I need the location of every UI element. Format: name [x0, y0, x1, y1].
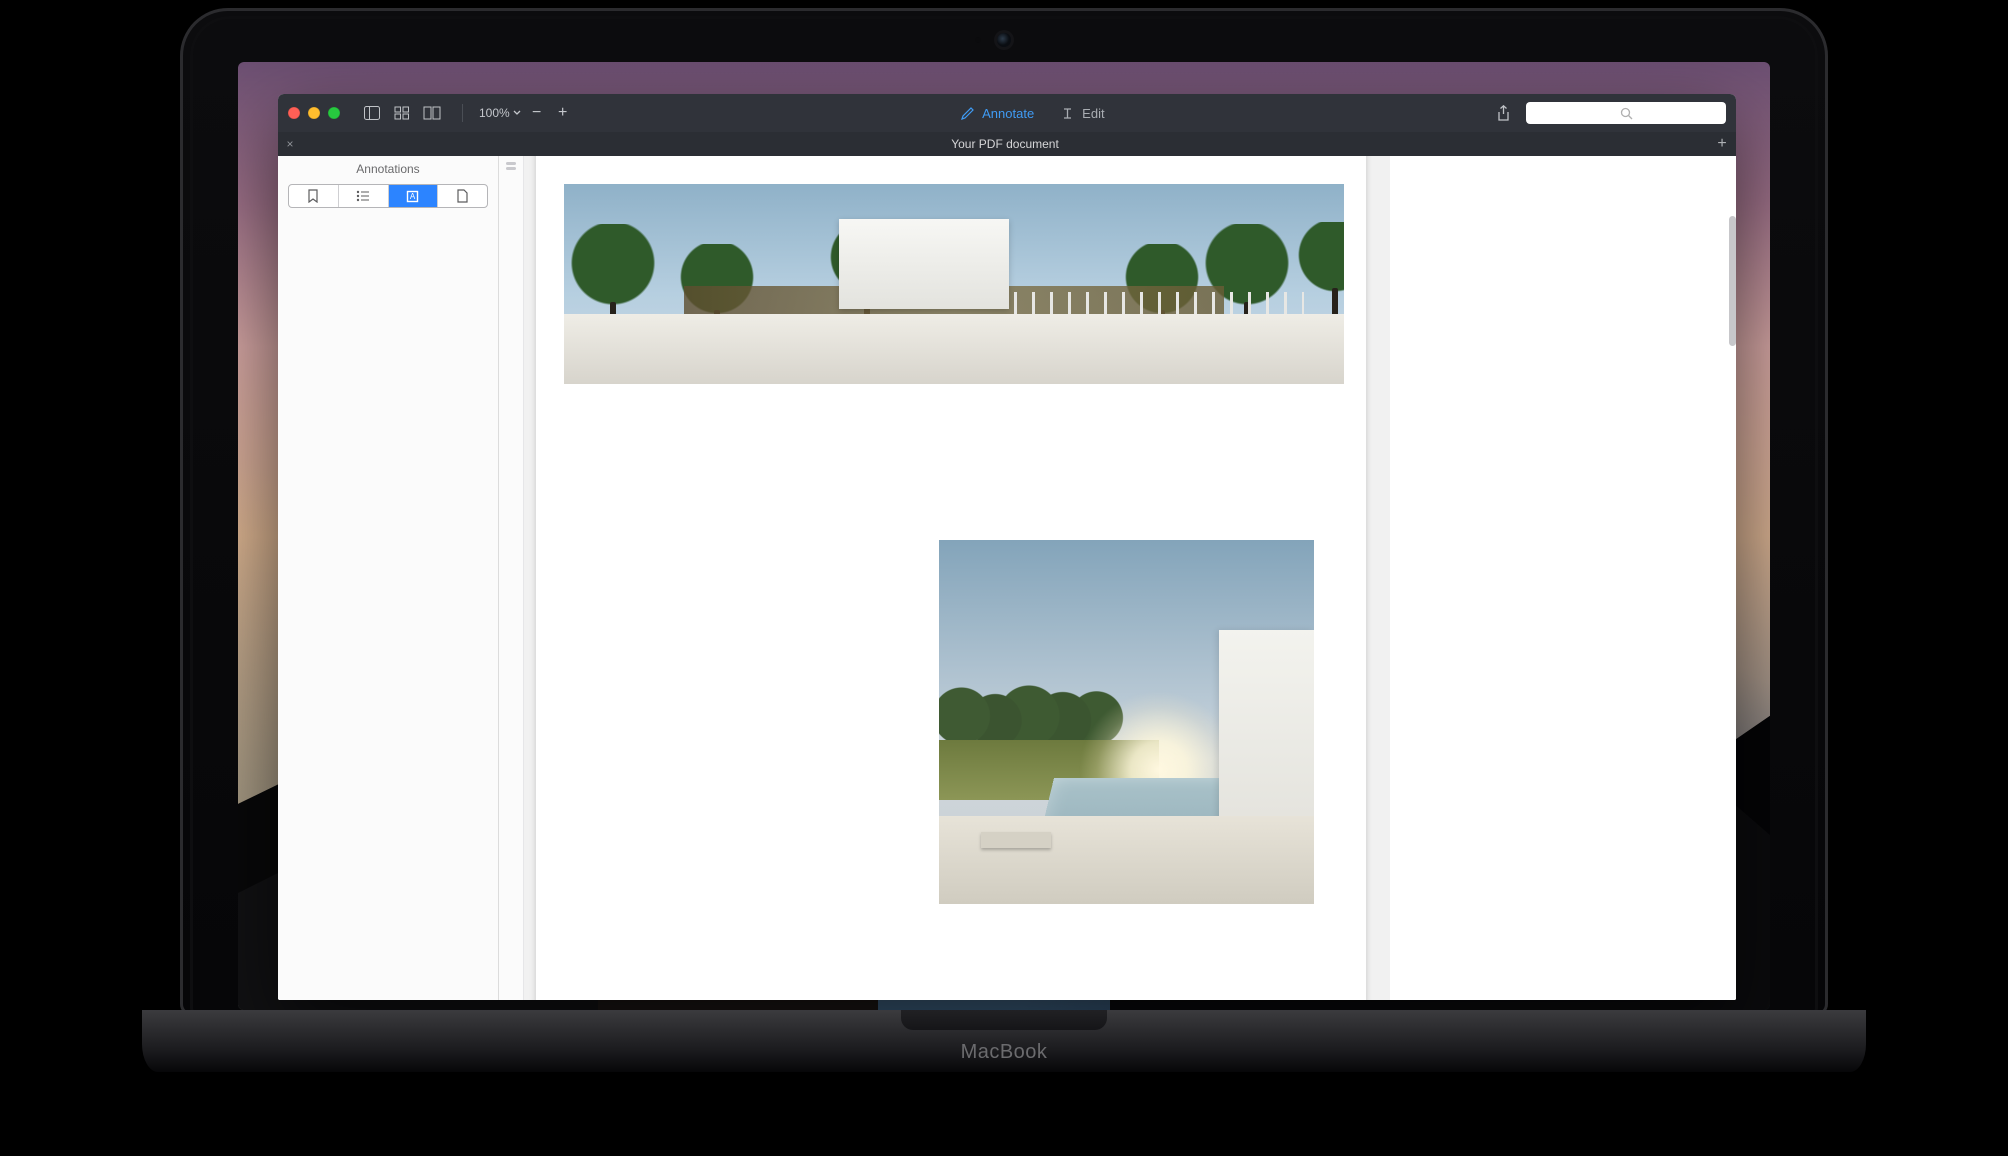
- window-controls: [288, 107, 340, 119]
- toolbar-divider: [462, 104, 463, 122]
- share-button[interactable]: [1492, 102, 1514, 124]
- sidebar-title: Annotations: [278, 156, 498, 184]
- pencil-icon: [960, 106, 975, 121]
- sidebar-tab-switcher: A: [288, 184, 488, 208]
- laptop-display: 100% − + Annotate: [238, 62, 1770, 1010]
- scrollbar-thumb[interactable]: [1729, 216, 1736, 346]
- page-image-bottom: [939, 540, 1314, 904]
- zoom-in-button[interactable]: +: [553, 103, 573, 123]
- annotate-label: Annotate: [982, 106, 1034, 121]
- toggle-sidebar-button[interactable]: [358, 102, 386, 124]
- list-bullets-icon: [356, 190, 370, 202]
- camera-icon: [997, 33, 1011, 47]
- sidebar-panel-icon: [364, 106, 380, 120]
- annotate-mode-button[interactable]: Annotate: [960, 106, 1034, 121]
- app-main-area: Annotations A: [278, 156, 1736, 1000]
- zoom-dropdown[interactable]: 100%: [479, 106, 521, 120]
- app-toolbar: 100% − + Annotate: [278, 94, 1736, 132]
- thumbnails-view-button[interactable]: [388, 102, 416, 124]
- document-canvas[interactable]: [524, 156, 1736, 1000]
- close-tab-button[interactable]: ×: [278, 137, 302, 151]
- canvas-right-space: [1390, 156, 1736, 1000]
- two-page-icon: [423, 106, 441, 120]
- new-tab-button[interactable]: +: [1708, 135, 1736, 153]
- bookmark-icon: [307, 189, 319, 203]
- device-label: MacBook: [142, 1032, 1866, 1072]
- sidebar-tab-bookmarks[interactable]: [289, 185, 338, 207]
- chevron-down-icon: [513, 110, 521, 116]
- toolbar-right-group: [1492, 102, 1726, 124]
- annotation-square-icon: A: [406, 190, 419, 203]
- macbook-frame: 100% − + Annotate: [180, 8, 1828, 1016]
- edit-mode-button[interactable]: Edit: [1060, 106, 1104, 121]
- edit-label: Edit: [1082, 106, 1104, 121]
- search-field[interactable]: [1526, 102, 1726, 124]
- text-cursor-icon: [1060, 106, 1075, 121]
- share-icon: [1496, 105, 1511, 122]
- zoom-out-button[interactable]: −: [527, 103, 547, 123]
- page-icon: [457, 189, 468, 203]
- search-icon: [1620, 107, 1633, 120]
- zoom-value: 100%: [479, 106, 510, 120]
- window-close-button[interactable]: [288, 107, 300, 119]
- zoom-controls: 100% − +: [479, 103, 573, 123]
- canvas-gutter: [1372, 156, 1392, 1000]
- sidebar-tab-thumbnails[interactable]: [437, 185, 487, 207]
- spread-view-button[interactable]: [418, 102, 446, 124]
- toolbar-mode-switch: Annotate Edit: [583, 106, 1482, 121]
- annotation-tool-rail[interactable]: [499, 156, 524, 1000]
- grid-icon: [394, 106, 410, 120]
- window-minimize-button[interactable]: [308, 107, 320, 119]
- sidebar-tab-outline[interactable]: [338, 185, 388, 207]
- page-image-top: [564, 184, 1344, 384]
- vertical-scrollbar[interactable]: [1728, 156, 1736, 1000]
- macbook-chassis: MacBook: [142, 1010, 1866, 1072]
- window-zoom-button[interactable]: [328, 107, 340, 119]
- document-tab-bar: × Your PDF document +: [278, 132, 1736, 156]
- rail-drag-handle-icon: [506, 162, 516, 165]
- sidebar-tab-annotations[interactable]: A: [388, 185, 438, 207]
- pdf-app-window: 100% − + Annotate: [278, 94, 1736, 1000]
- svg-text:A: A: [410, 192, 416, 201]
- sidebar-view-group: [358, 102, 446, 124]
- document-tab-title[interactable]: Your PDF document: [302, 137, 1708, 151]
- annotations-sidebar: Annotations A: [278, 156, 499, 1000]
- pdf-page: [536, 156, 1366, 1000]
